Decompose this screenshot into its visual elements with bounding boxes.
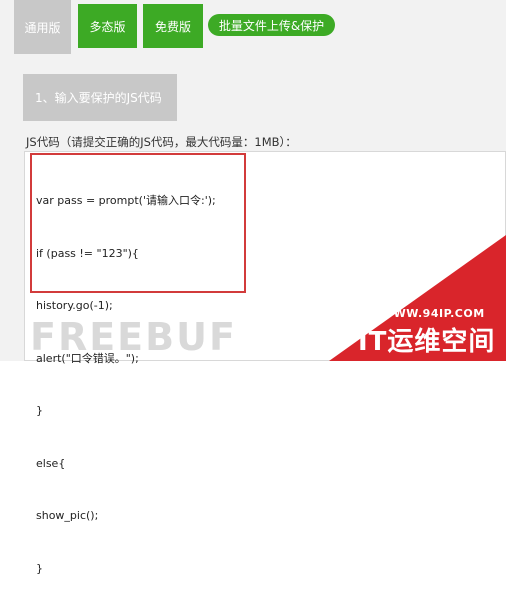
code-line: history.go(-1); <box>36 299 113 312</box>
code-line: } <box>36 404 43 417</box>
freebuf-watermark: FREEBUF <box>30 315 237 359</box>
code-line: } <box>36 561 43 575</box>
tab-free[interactable]: 免费版 <box>143 4 203 48</box>
watermark-url: WWW.94IP.COM <box>381 307 485 320</box>
js-code-hint: JS代码（请提交正确的JS代码，最大代码量：1MB）： <box>26 135 297 149</box>
tab-polymorphic[interactable]: 多态版 <box>78 4 137 48</box>
code-line: else{ <box>36 456 66 470</box>
tab-batch-upload[interactable]: 批量文件上传&保护 <box>208 14 335 36</box>
step-one-header: 1、输入要保护的JS代码 <box>23 74 177 121</box>
version-tab-bar: 通用版 多态版 免费版 批量文件上传&保护 <box>0 0 506 55</box>
watermark-title: IT运维空间 <box>358 327 496 357</box>
code-highlight-box <box>30 153 246 293</box>
code-line: show_pic(); <box>36 509 99 522</box>
tab-general[interactable]: 通用版 <box>14 0 71 54</box>
